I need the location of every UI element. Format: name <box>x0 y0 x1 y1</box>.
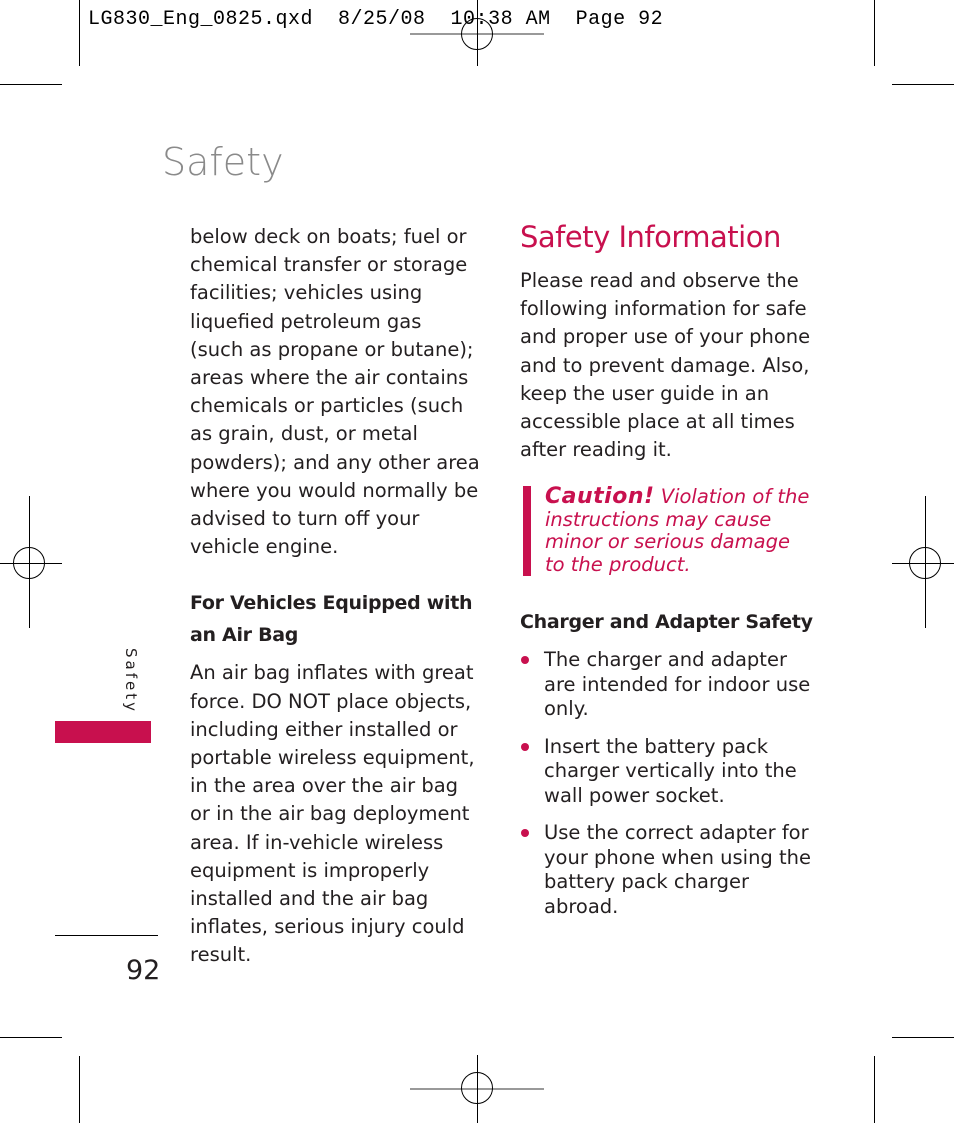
bullet-icon <box>521 829 529 837</box>
page-number: 92 <box>126 955 161 986</box>
charger-section: Charger and Adapter Safety The charger a… <box>520 606 820 932</box>
right-column: Please read and observe the following in… <box>520 267 820 464</box>
section-title: Safety Information <box>520 220 781 254</box>
airbag-heading: For Vehicles Equipped with an Air Bag <box>190 592 473 647</box>
side-tab <box>55 721 151 743</box>
crop-mark <box>0 1037 62 1038</box>
footer-divider <box>55 935 158 936</box>
caution-box: Caution! Violation of the instructions m… <box>523 484 815 576</box>
crop-mark <box>0 84 62 85</box>
bullet-icon <box>521 742 529 751</box>
crop-mark <box>874 1056 875 1123</box>
page-title: Safety <box>162 140 284 184</box>
registration-mark-icon <box>13 547 45 579</box>
bullet-icon <box>521 656 529 664</box>
left-intro-paragraph: below deck on boats; fuel or chemical tr… <box>190 225 480 559</box>
list-item: Insert the battery pack charger vertical… <box>520 735 820 809</box>
crop-mark <box>79 1056 80 1123</box>
left-column: below deck on boats; fuel or chemical tr… <box>190 223 480 970</box>
caution-label: Caution! <box>545 484 655 509</box>
side-tab-label: Safety <box>122 648 140 714</box>
crop-mark <box>892 84 954 85</box>
charger-bullet-list: The charger and adapter are intended for… <box>520 648 820 919</box>
list-item: Use the correct adapter for your phone w… <box>520 821 820 919</box>
charger-heading: Charger and Adapter Safety <box>520 611 813 633</box>
airbag-paragraph: An air bag inflates with great force. DO… <box>190 661 475 967</box>
print-slug: LG830_Eng_0825.qxd 8/25/08 10:38 AM Page… <box>88 8 664 31</box>
right-intro-paragraph: Please read and observe the following in… <box>520 269 811 462</box>
crop-mark <box>874 0 875 66</box>
registration-mark-icon <box>461 1072 493 1104</box>
crop-mark <box>892 1037 954 1038</box>
crop-mark <box>79 0 80 66</box>
registration-mark-icon <box>909 547 941 579</box>
list-item: The charger and adapter are intended for… <box>520 648 820 722</box>
